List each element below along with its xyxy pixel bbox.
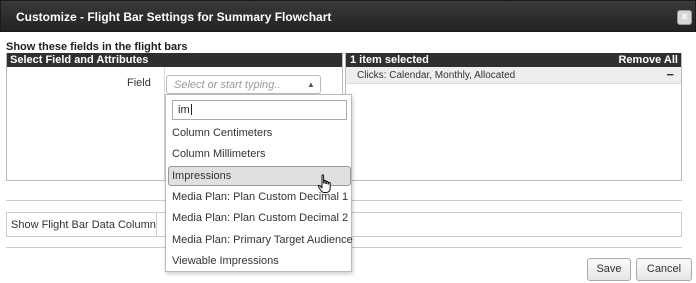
field-search-input[interactable]: im (172, 100, 347, 120)
field-label: Field (127, 77, 151, 89)
caret-up-icon: ▲ (307, 80, 315, 89)
minus-icon[interactable]: − (666, 67, 674, 82)
dialog-title: Customize - Flight Bar Settings for Summ… (16, 10, 332, 24)
field-select-placeholder: Select or start typing.. (174, 79, 281, 91)
option-plan-custom-decimal-2[interactable]: Media Plan: Plan Custom Decimal 2 (166, 208, 353, 228)
save-button[interactable]: Save (587, 258, 631, 281)
selected-item-label: Clicks: Calendar, Monthly, Allocated (357, 70, 516, 81)
search-value: im (178, 104, 190, 116)
close-icon[interactable]: × (677, 10, 692, 25)
selected-item-row[interactable]: Clicks: Calendar, Monthly, Allocated − (346, 67, 681, 84)
selected-items-panel: 1 item selected Remove All Clicks: Calen… (345, 53, 682, 181)
section-title: Show these fields in the flight bars (6, 41, 188, 53)
option-column-centimeters[interactable]: Column Centimeters (166, 123, 353, 143)
option-column-millimeters[interactable]: Column Millimeters (166, 144, 353, 164)
select-field-header: Select Field and Attributes (7, 53, 342, 67)
hand-pointer-icon (317, 174, 331, 193)
option-primary-target-audience[interactable]: Media Plan: Primary Target Audience (166, 230, 353, 250)
text-cursor (190, 104, 192, 115)
cancel-button[interactable]: Cancel (636, 258, 692, 281)
option-viewable-impressions[interactable]: Viewable Impressions (166, 251, 353, 271)
selected-items-header: 1 item selected Remove All (346, 53, 681, 67)
field-select[interactable]: Select or start typing.. ▲ (166, 75, 321, 94)
flight-bar-label: Show Flight Bar Data Column (11, 219, 156, 231)
dialog-titlebar: Customize - Flight Bar Settings for Summ… (0, 0, 696, 32)
remove-all-link[interactable]: Remove All (618, 53, 678, 67)
selected-count: 1 item selected (350, 54, 429, 66)
